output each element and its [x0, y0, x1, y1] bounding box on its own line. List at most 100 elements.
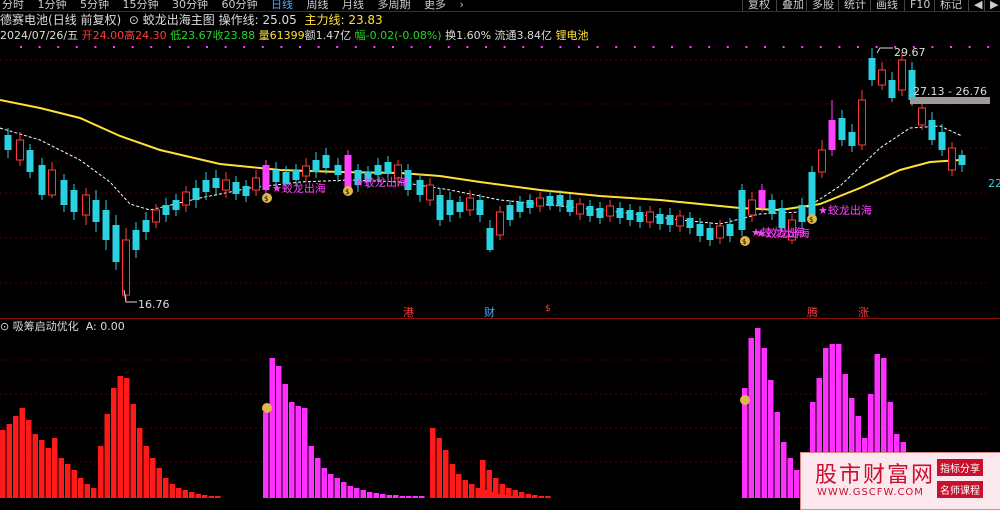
signal-label: ★蛟龙出海	[756, 226, 810, 240]
histogram-bar	[341, 482, 347, 498]
candle-body	[696, 224, 704, 236]
histogram-bar	[462, 480, 468, 498]
histogram-bar	[32, 434, 38, 498]
candle-body	[92, 200, 100, 222]
event-dot	[764, 46, 766, 48]
event-dot	[578, 46, 580, 48]
event-dot	[131, 46, 134, 48]
event-tag-dividend[interactable]: $	[545, 304, 551, 314]
candle-body	[958, 155, 966, 165]
event-dot	[931, 46, 934, 48]
histogram-bar	[45, 448, 51, 498]
histogram-bar	[163, 478, 169, 498]
event-dot	[503, 46, 506, 48]
event-dot	[950, 46, 952, 48]
range-label: 27.13 - 26.76	[913, 85, 987, 98]
candle-body	[496, 211, 504, 236]
candle-body	[192, 188, 200, 200]
histogram-bar	[380, 494, 386, 498]
event-dot	[875, 46, 878, 48]
histogram-bar	[124, 378, 130, 498]
histogram-bar	[98, 446, 104, 498]
histogram-bar	[761, 348, 767, 498]
histogram-bar	[399, 496, 405, 498]
histogram-bar	[538, 496, 544, 498]
event-dot	[280, 46, 283, 48]
event-dot	[522, 46, 525, 48]
candle-body	[636, 212, 644, 222]
event-dot	[410, 46, 413, 48]
event-dot	[485, 46, 487, 48]
kline-chart[interactable]: $★蛟龙出海 $★蛟龙出海$★蛟龙出海$★蛟龙出海★蛟龙出海 29.67 16.7…	[0, 0, 1000, 508]
range-box	[910, 97, 990, 104]
candle-body	[546, 196, 554, 206]
signal-marker[interactable]: $ ★蛟龙出海	[262, 181, 326, 203]
candle-body	[738, 190, 746, 230]
event-dot	[708, 46, 711, 48]
candle-body	[132, 230, 140, 250]
histogram-bar	[143, 446, 149, 498]
candle-body	[48, 169, 56, 196]
histogram-bar	[406, 496, 412, 498]
sub-indicator-title: ⊙ 吸筹启动优化 A: 0.00	[0, 320, 125, 334]
candle-body	[486, 228, 494, 250]
event-dot	[224, 46, 227, 48]
candle-body	[848, 132, 856, 146]
event-dot	[94, 46, 97, 48]
event-dot	[168, 46, 171, 48]
event-dot	[57, 46, 60, 48]
event-dot	[596, 46, 599, 48]
event-dot	[243, 46, 246, 48]
candle-body	[586, 206, 594, 216]
event-dot	[150, 46, 153, 48]
event-dot	[466, 46, 469, 48]
money-bag-glyph: $	[345, 188, 349, 196]
event-dot	[540, 46, 543, 48]
histogram-bar	[480, 460, 486, 498]
histogram-bar	[6, 424, 12, 498]
signal-marker[interactable]: ★蛟龙出海	[756, 226, 810, 240]
panel-divider[interactable]	[0, 318, 1000, 319]
candle-body	[292, 170, 300, 180]
watermark-badge-share: 指标分享	[937, 459, 983, 476]
histogram-bar	[436, 438, 442, 498]
histogram-bar	[202, 495, 208, 498]
sub-indicator-name[interactable]: 吸筹启动优化	[13, 320, 79, 333]
histogram-bar	[469, 484, 475, 498]
histogram-bar	[137, 428, 143, 498]
event-dot	[782, 46, 785, 48]
low-price-label: 16.76	[138, 298, 170, 311]
histogram-bar	[130, 404, 136, 498]
histogram-bar	[486, 470, 492, 498]
money-bag-glyph: $	[809, 216, 813, 224]
candle-body	[606, 205, 614, 217]
histogram-bar	[208, 496, 214, 498]
histogram-bar	[302, 408, 308, 498]
event-dot	[671, 46, 673, 48]
candle-body	[526, 200, 534, 208]
histogram-bar	[91, 488, 97, 498]
candle-body	[38, 165, 46, 195]
candle-body	[666, 215, 674, 225]
candle-body	[70, 190, 78, 212]
histogram-bar	[456, 474, 462, 498]
event-dot	[838, 46, 841, 48]
candle-body	[798, 205, 806, 222]
event-dot	[206, 46, 208, 48]
candle-body	[322, 155, 330, 168]
candle-body	[556, 195, 564, 206]
event-dot	[261, 46, 264, 48]
event-dot	[336, 46, 339, 48]
histogram-bar	[787, 458, 793, 498]
histogram-bar	[354, 488, 360, 498]
candle-body	[334, 165, 342, 175]
candle-body	[142, 220, 150, 232]
signal-marker[interactable]: $ ★蛟龙出海	[807, 203, 872, 224]
accumulation-bars	[0, 328, 906, 498]
sub-indicator-dropdown-icon[interactable]: ⊙	[0, 320, 13, 333]
histogram-bar	[493, 478, 499, 498]
candle-body	[152, 209, 160, 223]
event-dot	[299, 46, 301, 48]
histogram-bar	[519, 492, 525, 498]
histogram-bar	[373, 493, 379, 498]
